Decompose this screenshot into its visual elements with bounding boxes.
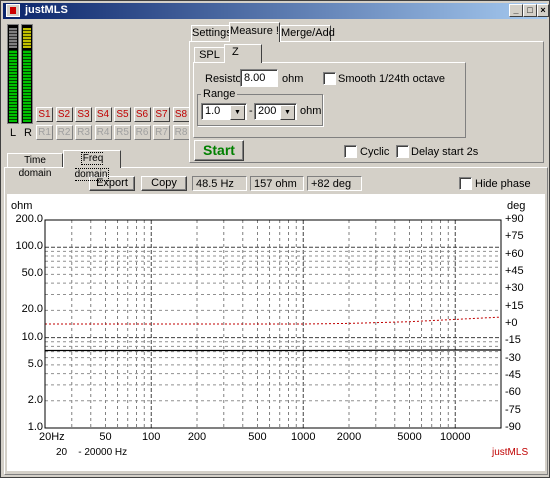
y-tick-right-label: -90	[505, 421, 521, 433]
y-tick-right-label: +90	[505, 213, 524, 225]
x-tick-label: 500	[248, 431, 267, 443]
x-tick-label: 2000	[336, 431, 362, 443]
y-tick-left-label: 1.0	[27, 421, 43, 433]
y-tick-right-label: -45	[505, 369, 521, 381]
y-tick-left-label: 50.0	[21, 267, 43, 280]
range-caption: 20 - 20000 Hz	[56, 447, 128, 458]
impedance-chart[interactable]	[1, 1, 550, 478]
y-tick-right-label: +30	[505, 282, 524, 295]
y-tick-right-label: +75	[505, 230, 524, 243]
y-tick-right-label: +0	[505, 317, 518, 329]
x-tick-label: 100	[142, 431, 161, 443]
tab-measure[interactable]: Measure !	[229, 22, 280, 42]
x-tick-label: 10000	[439, 431, 471, 443]
y-tick-left-label: 100.0	[15, 240, 43, 253]
y-tick-right-label: +45	[505, 265, 524, 277]
y-tick-left-label: 20.0	[21, 303, 43, 316]
impedance-series-line	[45, 349, 501, 352]
app-window: justMLS _ □ × L R S1 S2 S3 S4 S5 S6 S7 S8 R1 R2 R…	[0, 0, 550, 478]
x-tick-label: 1000	[290, 431, 316, 443]
y-tick-right-label: +60	[505, 247, 524, 260]
x-tick-label: 50	[99, 431, 112, 443]
y-tick-left-label: 10.0	[21, 330, 43, 343]
chart-series	[45, 316, 502, 352]
y-tick-right-label: -15	[505, 334, 521, 347]
tab-freq-domain-label: Freq domain	[74, 152, 110, 181]
y-tick-right-label: -75	[505, 403, 521, 416]
y-tick-left-label: 200.0	[15, 213, 43, 225]
tab-freq-domain[interactable]: Freq domain	[63, 150, 121, 181]
watermark-text: justMLS	[492, 447, 529, 458]
y-tick-right-label: +15	[505, 299, 524, 312]
y-tick-left-label: 5.0	[27, 357, 43, 370]
x-tick-label: 20Hz	[39, 431, 65, 443]
x-tick-label: 5000	[397, 431, 422, 443]
y-tick-right-label: -30	[505, 351, 521, 364]
y-tick-right-label: -60	[505, 386, 521, 399]
x-tick-label: 200	[187, 431, 207, 443]
phase-series-line	[45, 316, 502, 325]
y-tick-left-label: 2.0	[27, 393, 43, 406]
tab-z[interactable]: Z	[224, 44, 262, 63]
